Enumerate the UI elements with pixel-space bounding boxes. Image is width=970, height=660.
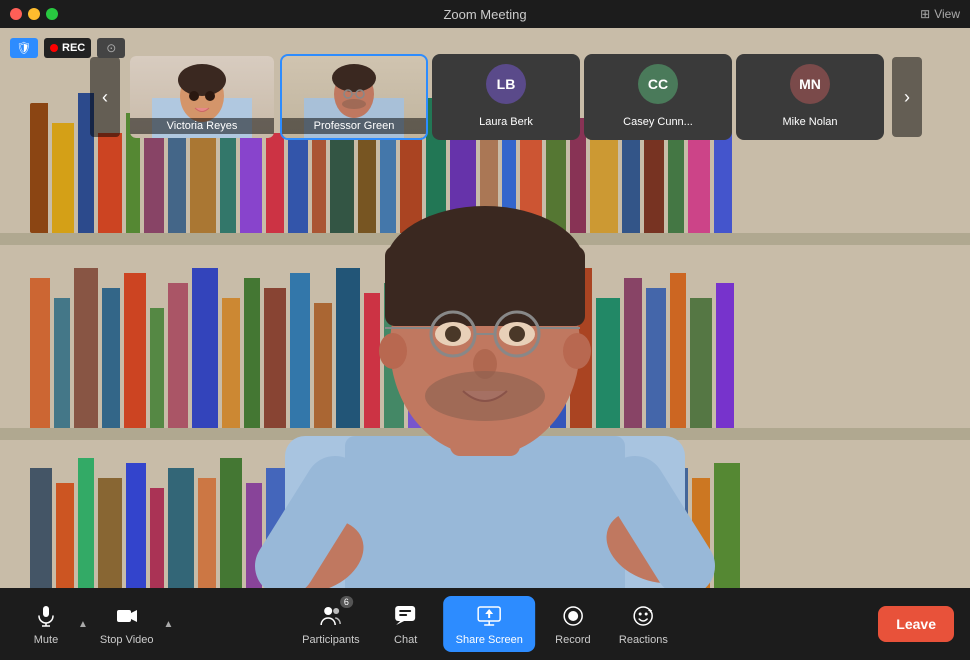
rec-indicator <box>50 44 58 52</box>
book <box>54 298 70 428</box>
rec-label: REC <box>62 42 85 54</box>
mute-label: Mute <box>34 634 58 646</box>
grid-icon: ⊞ <box>920 7 930 21</box>
mike-name: Mike Nolan <box>778 114 841 130</box>
book <box>124 273 146 428</box>
stop-video-group: Stop Video ▲ <box>92 598 174 650</box>
participant-count-badge: 6 <box>340 596 353 608</box>
laura-avatar: LB <box>486 64 526 104</box>
mute-group: Mute ▲ <box>16 598 88 650</box>
book <box>78 458 94 598</box>
view-button[interactable]: ⊞ View <box>920 7 960 21</box>
toolbar-center: 6 Participants Chat <box>294 596 676 652</box>
minimize-btn[interactable] <box>28 8 40 20</box>
book <box>30 278 50 428</box>
chat-label: Chat <box>394 634 417 646</box>
casey-name: Casey Cunn... <box>619 114 697 130</box>
laura-name: Laura Berk <box>475 114 537 130</box>
book <box>30 103 48 233</box>
thumbnail-mike[interactable]: MN Mike Nolan <box>736 54 884 140</box>
mike-avatar: MN <box>790 64 830 104</box>
participants-icon: 6 <box>317 602 345 630</box>
mute-button[interactable]: Mute <box>16 598 76 650</box>
record-label: Record <box>555 634 590 646</box>
record-icon <box>559 602 587 630</box>
main-content: 🛡 REC ⊙ ‹ <box>0 28 970 616</box>
prev-thumbnail-button[interactable]: ‹ <box>90 57 120 137</box>
victoria-name: Victoria Reyes <box>130 118 274 134</box>
share-screen-label: Share Screen <box>456 634 523 646</box>
toolbar-right: Leave <box>878 606 954 642</box>
status-badges: 🛡 REC ⊙ <box>10 38 125 58</box>
book <box>52 123 74 233</box>
chat-icon <box>392 602 420 630</box>
thumbnail-casey[interactable]: CC Casey Cunn... <box>584 54 732 140</box>
chat-button[interactable]: Chat <box>376 598 436 650</box>
svg-text:+: + <box>648 608 652 615</box>
professor-name: Professor Green <box>282 118 426 134</box>
reactions-label: Reactions <box>619 634 668 646</box>
microphone-icon <box>32 602 60 630</box>
book <box>150 488 164 598</box>
leave-button[interactable]: Leave <box>878 606 954 642</box>
stop-video-label: Stop Video <box>100 634 154 646</box>
participants-button[interactable]: 6 Participants <box>294 598 367 650</box>
book <box>126 463 146 598</box>
thumbnail-list: Victoria Reyes Professor Green <box>120 54 892 140</box>
close-btn[interactable] <box>10 8 22 20</box>
title-bar: Zoom Meeting ⊞ View <box>0 0 970 28</box>
bottom-toolbar: Mute ▲ Stop Video ▲ <box>0 588 970 660</box>
mute-caret[interactable]: ▲ <box>78 619 88 630</box>
shield-badge: 🛡 <box>10 38 38 58</box>
rec-badge[interactable]: REC <box>44 38 91 58</box>
video-caret[interactable]: ▲ <box>164 619 174 630</box>
thumbnail-victoria[interactable]: Victoria Reyes <box>128 54 276 140</box>
reactions-button[interactable]: + Reactions <box>611 598 676 650</box>
book <box>56 483 74 598</box>
thumbnail-strip: ‹ Victoria Reyes <box>90 38 970 156</box>
book <box>30 468 52 598</box>
thumbnail-professor[interactable]: Professor Green <box>280 54 428 140</box>
next-thumbnail-button[interactable]: › <box>892 57 922 137</box>
maximize-btn[interactable] <box>46 8 58 20</box>
window-title: Zoom Meeting <box>443 7 526 22</box>
share-screen-button[interactable]: Share Screen <box>444 596 535 652</box>
camera-icon: ⊙ <box>106 41 116 55</box>
record-button[interactable]: Record <box>543 598 603 650</box>
participants-label: Participants <box>302 634 359 646</box>
view-label: View <box>934 7 960 21</box>
thumbnail-laura[interactable]: LB Laura Berk <box>432 54 580 140</box>
camera-icon <box>113 602 141 630</box>
toolbar-left: Mute ▲ Stop Video ▲ <box>16 598 173 650</box>
book <box>74 268 98 428</box>
share-screen-icon <box>475 602 503 630</box>
book <box>102 288 120 428</box>
book <box>150 308 164 428</box>
shield-icon: 🛡 <box>16 41 31 55</box>
window-controls <box>10 8 58 20</box>
book <box>98 478 122 598</box>
stop-video-button[interactable]: Stop Video <box>92 598 162 650</box>
casey-avatar: CC <box>638 64 678 104</box>
camera-badge[interactable]: ⊙ <box>97 38 125 58</box>
reactions-icon: + <box>629 602 657 630</box>
